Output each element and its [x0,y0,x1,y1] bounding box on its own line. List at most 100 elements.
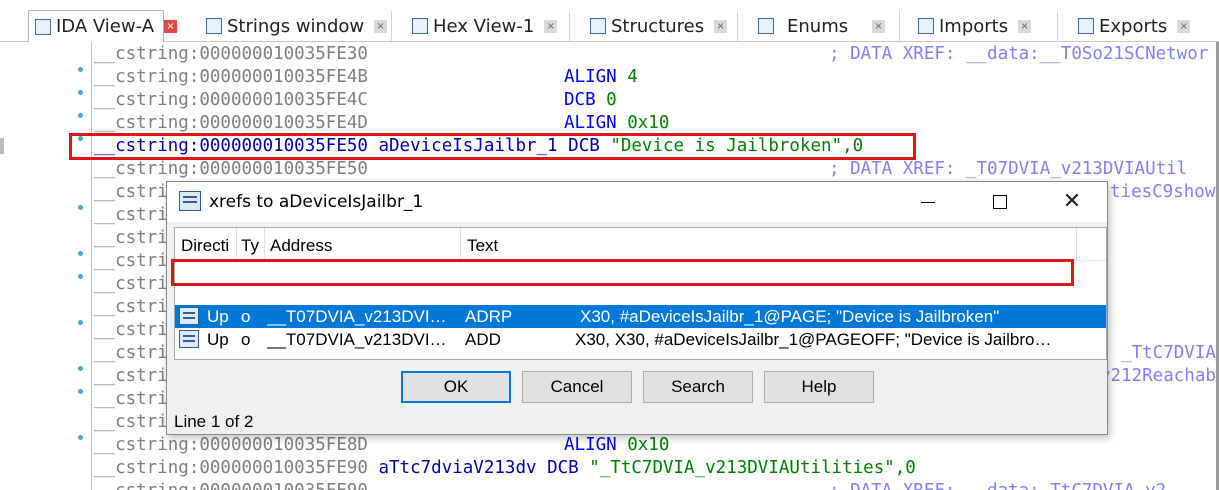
address: __cstri [94,343,168,363]
column-header-address[interactable]: Address [265,228,461,261]
maximize-button[interactable] [965,182,1035,222]
bullet-icon [78,435,83,440]
table-row-selected[interactable]: Up o __T07DVIA_v213DVI… ADRP X30, #aDevi… [175,305,1106,328]
xref-icon [179,307,199,325]
tab-imports[interactable]: Imports × [910,11,1058,41]
address: __cstring:000000010035FE4B [94,67,368,87]
row-highlight-box [171,259,1074,286]
tab-label: Strings window [227,15,365,37]
mnemonic: ALIGN [564,113,617,133]
listing-line[interactable]: __cstring:000000010035FE90 ; DATA XREF: _… [94,480,1166,490]
listing-line[interactable]: __cstring:000000010035FE4B ALIGN 4 [94,66,638,89]
instruction: ALIGN 4 [564,66,638,89]
minimize-button[interactable] [893,182,963,222]
close-icon[interactable]: × [374,19,388,33]
type-cell: o [241,330,251,349]
close-icon[interactable]: × [164,20,178,33]
listing-line[interactable]: __cstring:000000010035FE4C DCB 0 [94,89,617,112]
tab-label: Imports [939,15,1009,37]
address-cell: __T07DVIA_v213DVI… [267,307,447,326]
enums-icon [758,18,774,34]
direction-cell: Up [207,307,229,326]
comment: ; DATA XREF: __data:_TtC7DVIA_v2 [829,480,1166,490]
close-icon[interactable]: × [544,19,558,33]
bullet-icon [78,274,83,279]
address: __cstring:000000010035FE90 [94,481,368,490]
type-cell: o [241,307,251,326]
listing-line[interactable]: __cstri: _TtC7DVIA_ [94,342,1219,365]
tab-ida-view-a[interactable]: IDA View-A × [28,10,178,42]
exports-icon [1078,18,1094,34]
listing-line[interactable]: __cstri [94,388,168,411]
minimize-icon [921,201,935,203]
maximize-icon [993,195,1007,209]
close-icon[interactable]: × [1018,19,1032,33]
help-button[interactable]: Help [764,371,874,403]
listing-line[interactable]: __cstring:000000010035FE50 ; DATA XREF: _… [94,158,1187,181]
xref-icon [179,330,199,348]
status-text: Line 1 of 2 [174,412,254,431]
address: __cstring:000000010035FE30 [94,44,368,64]
comment: tiesC9showA [1110,182,1219,202]
bullet-icon [78,113,83,118]
ida-view-icon [35,18,51,35]
listing-line[interactable]: __cstri [94,296,168,319]
mnemonic-cell: ADRP [465,307,513,326]
listing-line[interactable]: __cstring:000000010035FE4D ALIGN 0x10 [94,112,669,135]
listing-line[interactable]: __cstri [94,250,168,273]
operands-cell: X30, #aDeviceIsJailbr_1@PAGE; "Device is… [580,307,1000,326]
table-header: Directi Ty Address Text [175,228,1106,261]
table-row[interactable]: Up o __T07DVIA_v213DVI… ADD X30, X30, #a… [175,328,1106,351]
tab-hex-view-1[interactable]: Hex View-1 × [402,11,570,41]
listing-line[interactable]: __cstri tiesC9showA [94,181,1219,204]
tab-strings-window[interactable]: Strings window × [196,11,392,41]
strings-icon [206,18,222,34]
close-icon[interactable]: × [1177,19,1191,33]
listing-line[interactable]: __cstri [94,319,168,342]
instruction: ALIGN 0x10 [564,434,669,457]
listing-line[interactable]: __cstring:000000010035FE8D ALIGN 0x10 [94,434,669,457]
listing-line[interactable]: __cstri v212Reachab [94,365,1216,388]
column-header-direction[interactable]: Directi [175,228,237,261]
listing-line[interactable]: __cstring:000000010035FE90 aTtc7dviaV213… [94,457,916,480]
bullet-icon [78,205,83,210]
address: __cstri [94,366,168,386]
ok-button[interactable]: OK [401,371,511,403]
direction-cell: Up [207,330,229,349]
dialog-titlebar[interactable]: xrefs to aDeviceIsJailbr_1 ✕ [167,182,1107,222]
address: __cstring:000000010035FE8D [94,435,368,455]
mnemonic: DCB [547,458,579,478]
tab-label: IDA View-A [56,16,155,37]
tab-structures[interactable]: Structures × [580,11,738,41]
tab-exports[interactable]: Exports × [1068,11,1210,41]
mnemonic-cell: ADD [465,330,501,349]
comment: v212Reachab [1100,366,1216,386]
structures-icon [590,18,606,34]
tab-enums[interactable]: Enums × [748,11,900,41]
search-button[interactable]: Search [643,371,753,403]
bullet-icon [78,251,83,256]
address: __cstri [94,297,168,317]
address: __cstri [94,251,168,271]
address: __cstring:000000010035FE90 [94,458,368,478]
close-icon[interactable]: × [872,19,886,33]
bullet-icon [78,389,83,394]
listing-line[interactable]: __cstri [94,227,168,250]
listing-line[interactable]: __cstring:000000010035FE30 ; DATA XREF: _… [94,43,1208,66]
listing-line[interactable]: __cstri [94,411,168,434]
listing-line[interactable]: __cstri [94,273,168,296]
listing-line[interactable]: __cstri [94,204,168,227]
operands-cell: X30, X30, #aDeviceIsJailbr_1@PAGEOFF; "D… [575,330,1052,349]
operand: 0 [606,90,617,110]
mnemonic: ALIGN [564,435,617,455]
gutter [70,42,90,490]
close-icon[interactable]: × [714,19,728,33]
symbol-name[interactable]: aTtc7dviaV213dv [378,458,536,478]
comment: ; DATA XREF: __data:__T0So21SCNetwor [829,44,1209,64]
xrefs-table[interactable]: Directi Ty Address Text Up o __T07DVIA_v… [174,227,1107,360]
close-button[interactable]: ✕ [1037,182,1107,222]
address: __cstri [94,205,168,225]
column-header-text[interactable]: Text [461,228,1077,261]
cancel-button[interactable]: Cancel [522,371,632,403]
column-header-type[interactable]: Ty [237,228,265,261]
